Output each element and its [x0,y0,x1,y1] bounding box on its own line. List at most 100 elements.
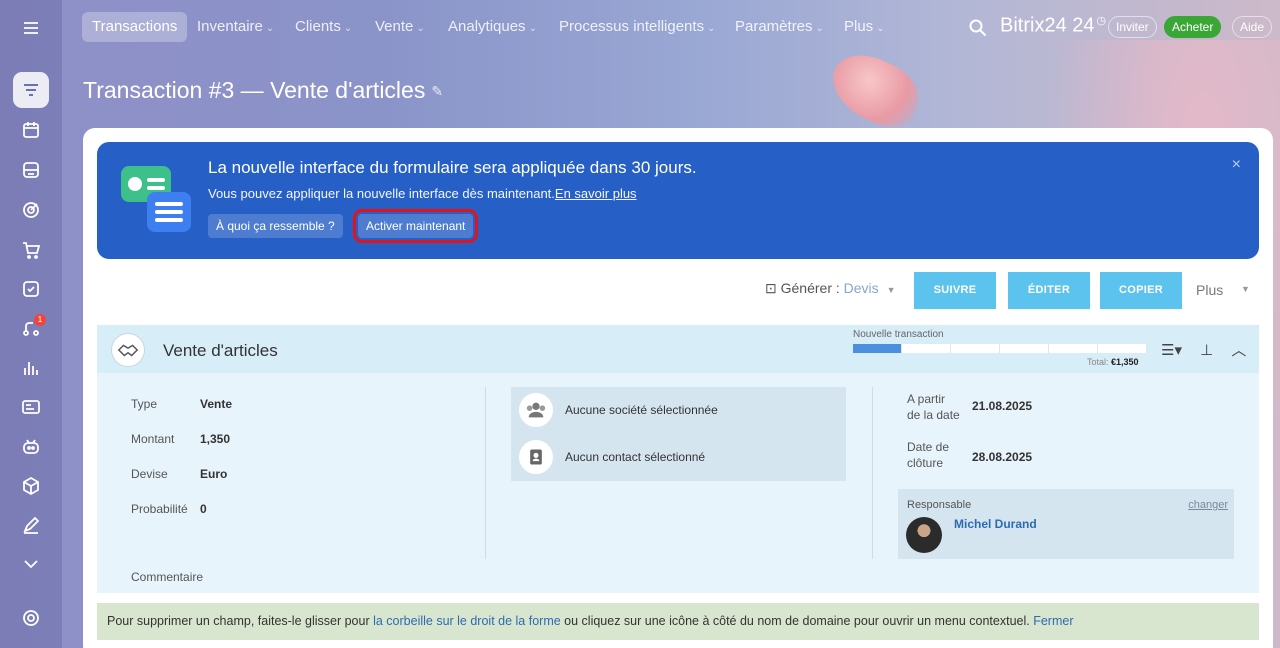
gear-icon[interactable] [19,606,43,630]
nav-transactions[interactable]: Transactions [82,12,188,42]
background-flower [821,43,929,137]
cart-icon[interactable] [19,238,43,262]
copy-button[interactable]: COPIER [1100,272,1182,309]
nav-clients[interactable]: Clients ⌄ [295,12,352,42]
follow-button[interactable]: SUIVRE [914,272,996,309]
nav-label: Analytiques [448,18,526,35]
brand-logo[interactable]: Bitrix24 24 ◷ [1000,14,1106,38]
collapse-icon[interactable]: ︿ [1231,342,1246,359]
nav-processus[interactable]: Processus intelligents ⌄ [559,12,715,42]
buy-button[interactable]: Acheter [1164,16,1222,38]
comment-label: Commentaire [131,570,204,584]
pin-icon[interactable]: ⊥ [1200,342,1213,359]
amount-label: Montant [131,432,175,446]
company-row[interactable]: Aucune société sélectionnée [519,393,718,427]
stage-segment[interactable] [1000,344,1049,353]
nav-label: Transactions [92,18,178,35]
nav-analytiques[interactable]: Analytiques ⌄ [448,12,537,42]
avatar[interactable] [906,517,942,553]
close-date-label-1: Date de [907,440,950,454]
caret-down-icon[interactable]: ▼ [1241,284,1250,294]
edit-button[interactable]: ÉDITER [1008,272,1090,309]
expand-icon[interactable] [19,552,43,576]
box-icon[interactable] [19,474,43,498]
stage-segment[interactable] [1049,344,1098,353]
contact-row[interactable]: Aucun contact sélectionné [519,440,705,474]
chevron-down-icon: ⌄ [343,23,353,34]
handshake-icon [111,333,145,367]
nav-label: Processus intelligents [559,18,705,35]
nav-parametres[interactable]: Paramètres ⌄ [735,12,824,42]
banner-subtitle: Vous pouvez appliquer la nouvelle interf… [208,186,637,201]
inbox-icon[interactable] [19,158,43,182]
close-date-label-2: clôture [907,456,944,470]
nav-label: Clients [295,18,341,35]
start-date-value[interactable]: 21.08.2025 [972,399,1032,413]
type-value[interactable]: Vente [200,397,232,411]
change-responsible-link[interactable]: changer [1188,499,1228,511]
nav-label: Paramètres [735,18,813,35]
nav-vente[interactable]: Vente ⌄ [375,12,425,42]
caret-down-icon: ▼ [886,285,896,295]
top-navigation: Transactions Inventaire ⌄ Clients ⌄ Vente ⌄… [62,0,1280,56]
form-illustration-icon [121,166,191,236]
contact-card-icon[interactable] [19,395,43,419]
menu-icon[interactable] [19,16,43,40]
chevron-down-icon: ⌄ [416,23,425,34]
stage-segment[interactable] [951,344,1000,353]
stage-progress-bar[interactable] [853,344,1147,353]
amount-value[interactable]: 1,350 [200,432,230,446]
nav-inventaire[interactable]: Inventaire ⌄ [197,12,274,42]
probability-value[interactable]: 0 [200,502,207,516]
start-date-label: A partir de la date [907,391,960,423]
probability-label: Probabilité [131,502,188,516]
total-value: €1,350 [1111,357,1139,367]
hint-text-2: ou cliquez sur une icône à côté du nom d… [560,614,1034,628]
generate-dropdown[interactable]: ⊡ Générer : Devis ▼ [765,280,896,297]
stage-segment[interactable] [1098,344,1147,353]
trash-link[interactable]: la corbeille sur le droit de la forme [373,614,561,628]
target-icon[interactable] [19,198,43,222]
checkbox-icon[interactable] [19,277,43,301]
column-divider [485,387,486,559]
search-icon[interactable] [968,18,988,38]
drag-hint: Pour supprimer un champ, faites-le gliss… [97,603,1259,640]
left-sidebar: 1 [0,0,62,648]
document-icon: ⊡ [765,280,781,296]
stage-segment[interactable] [902,344,951,353]
brand-suffix: 24 [1072,14,1095,37]
funnel-icon[interactable] [19,78,43,102]
close-date-label: Date de clôture [907,439,949,471]
close-icon[interactable]: × [1232,156,1241,174]
responsible-panel: Responsable changer Michel Durand [898,489,1234,559]
deal-card: La nouvelle interface du formulaire sera… [83,128,1273,648]
activate-now-button[interactable]: Activer maintenant [352,209,479,243]
type-label: Type [131,397,158,411]
pin-icon[interactable]: ✎ [431,83,443,100]
calendar-icon[interactable] [19,118,43,142]
banner-subtitle-text: Vous pouvez appliquer la nouvelle interf… [208,186,555,201]
chevron-down-icon: ⌄ [528,23,537,34]
list-settings-icon[interactable]: ☰▾ [1161,342,1182,359]
more-button[interactable]: Plus [1196,282,1223,298]
preview-button[interactable]: À quoi ça ressemble ? [208,214,343,238]
page-title: Transaction #3 — Vente d'articles ✎ [83,77,443,104]
stage-segment[interactable] [853,344,902,353]
chevron-down-icon: ⌄ [707,23,716,34]
signature-icon[interactable] [19,513,43,537]
close-date-value[interactable]: 28.08.2025 [972,450,1032,464]
learn-more-link[interactable]: En savoir plus [555,186,637,201]
robot-icon[interactable] [19,434,43,458]
notification-badge: 1 [34,314,46,326]
company-icon [519,393,553,427]
close-hint-link[interactable]: Fermer [1033,614,1073,628]
help-button[interactable]: Aide [1232,16,1273,38]
total-label: Total: [1087,357,1109,367]
analytics-icon[interactable] [19,356,43,380]
invite-button[interactable]: Inviter [1108,16,1157,38]
nav-label: Inventaire [197,18,263,35]
chevron-down-icon: ⌄ [815,23,824,34]
nav-plus[interactable]: Plus ⌄ [844,12,885,42]
responsible-name[interactable]: Michel Durand [954,517,1037,531]
currency-value[interactable]: Euro [200,467,227,481]
